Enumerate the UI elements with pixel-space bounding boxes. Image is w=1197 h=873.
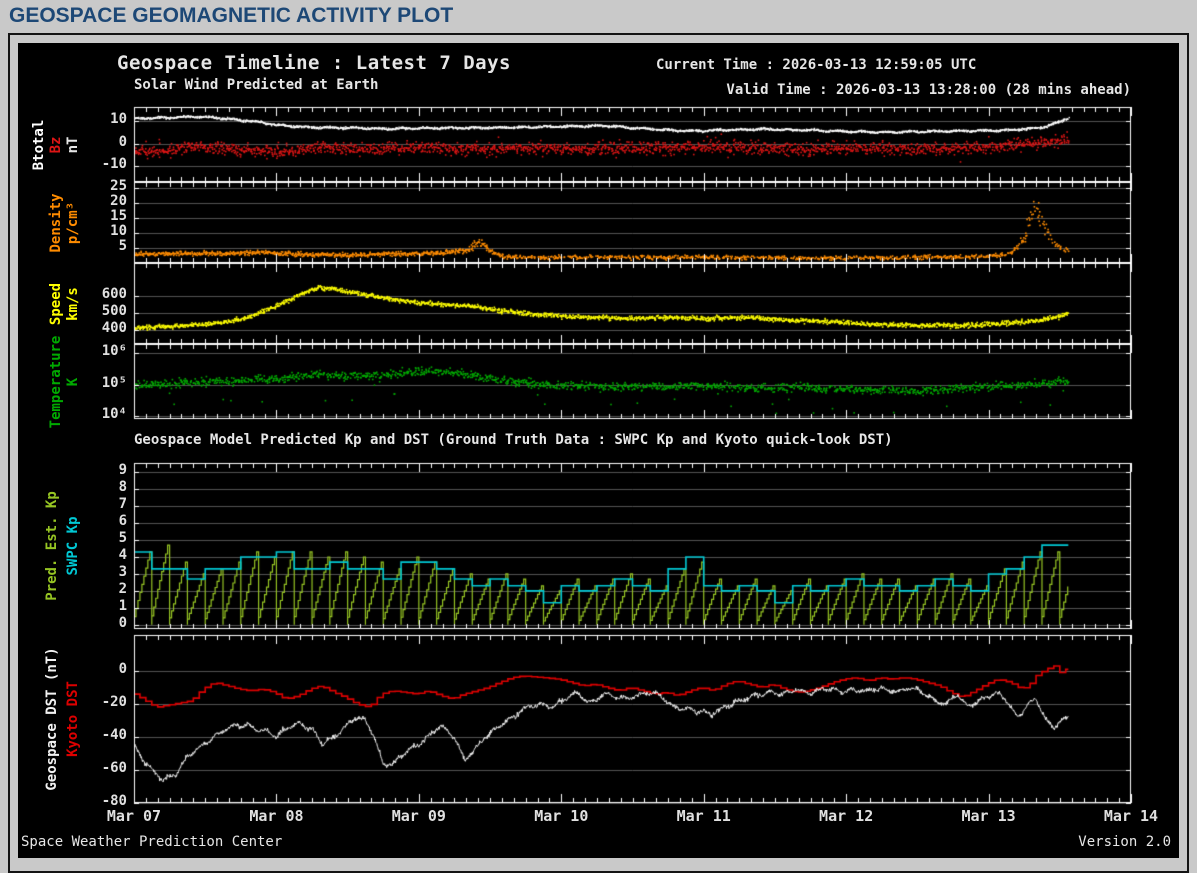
y-tick-label-solar-wind-b: 10 bbox=[110, 111, 127, 128]
x-tick-label: Mar 07 bbox=[106, 807, 162, 825]
axis-label-bz: Bz bbox=[48, 136, 64, 153]
x-tick-label: Mar 08 bbox=[249, 807, 304, 825]
y-tick-label-kp: 8 bbox=[118, 479, 127, 496]
axis-label-geospace-dst-nt: Geospace DST (nT) bbox=[44, 647, 60, 791]
subtitle-solar-wind: Solar Wind Predicted at Earth bbox=[134, 77, 379, 93]
y-tick-label-dst: 0 bbox=[118, 660, 127, 677]
valid-time-label: Valid Time : 2026-03-13 13:28:00 (28 min… bbox=[726, 82, 1131, 98]
axis-label-pred-est-kp: Pred. Est. Kp bbox=[44, 491, 60, 601]
timeseries-plot-canvas bbox=[18, 43, 1179, 858]
y-tick-label-temperature: 10⁴ bbox=[101, 405, 127, 422]
axis-label-k: K bbox=[65, 377, 81, 386]
axis-label-nt: nT bbox=[65, 136, 81, 153]
y-tick-label-solar-wind-b: -10 bbox=[101, 156, 127, 173]
x-tick-label: Mar 11 bbox=[676, 807, 731, 825]
current-time-label: Current Time : 2026-03-13 12:59:05 UTC bbox=[656, 57, 977, 73]
axis-label-speed: Speed bbox=[48, 282, 64, 325]
y-tick-label-speed: 400 bbox=[101, 319, 127, 336]
y-tick-label-dst: -60 bbox=[101, 759, 127, 776]
axis-label-swpc-kp: SWPC Kp bbox=[65, 516, 81, 576]
plot-frame: Geospace Timeline : Latest 7 Days Curren… bbox=[8, 33, 1189, 873]
x-tick-label: Mar 12 bbox=[819, 807, 874, 825]
axis-label-km-s: km/s bbox=[65, 286, 81, 321]
y-tick-label-temperature: 10⁶ bbox=[101, 343, 127, 360]
axis-label-density: Density bbox=[48, 192, 64, 253]
y-tick-label-kp: 7 bbox=[118, 496, 127, 513]
axis-label-btotal: Btotal bbox=[31, 119, 47, 170]
axis-label-kyoto-dst: Kyoto DST bbox=[65, 681, 81, 757]
footer-version-label: Version 2.0 bbox=[1078, 834, 1171, 850]
y-tick-label-kp: 1 bbox=[118, 597, 127, 614]
x-tick-label: Mar 09 bbox=[391, 807, 446, 825]
plot-area: Geospace Timeline : Latest 7 Days Curren… bbox=[18, 43, 1179, 858]
footer-swpc-label: Space Weather Prediction Center bbox=[21, 834, 283, 850]
x-tick-label: Mar 13 bbox=[961, 807, 1016, 825]
x-tick-label: Mar 14 bbox=[1103, 807, 1159, 825]
subtitle-geospace-model: Geospace Model Predicted Kp and DST (Gro… bbox=[134, 432, 893, 448]
axis-label-temperature: Temperature bbox=[48, 335, 64, 428]
page-title: GEOSPACE GEOMAGNETIC ACTIVITY PLOT bbox=[9, 4, 454, 27]
plot-title: Geospace Timeline : Latest 7 Days bbox=[117, 52, 511, 74]
axis-label-p-cm: p/cm³ bbox=[65, 201, 81, 244]
y-tick-label-kp: 9 bbox=[118, 462, 127, 479]
y-tick-label-kp: 0 bbox=[118, 614, 127, 631]
x-tick-label: Mar 10 bbox=[534, 807, 589, 825]
y-tick-label-kp: 2 bbox=[118, 580, 127, 597]
y-tick-label-density: 25 bbox=[110, 178, 127, 194]
